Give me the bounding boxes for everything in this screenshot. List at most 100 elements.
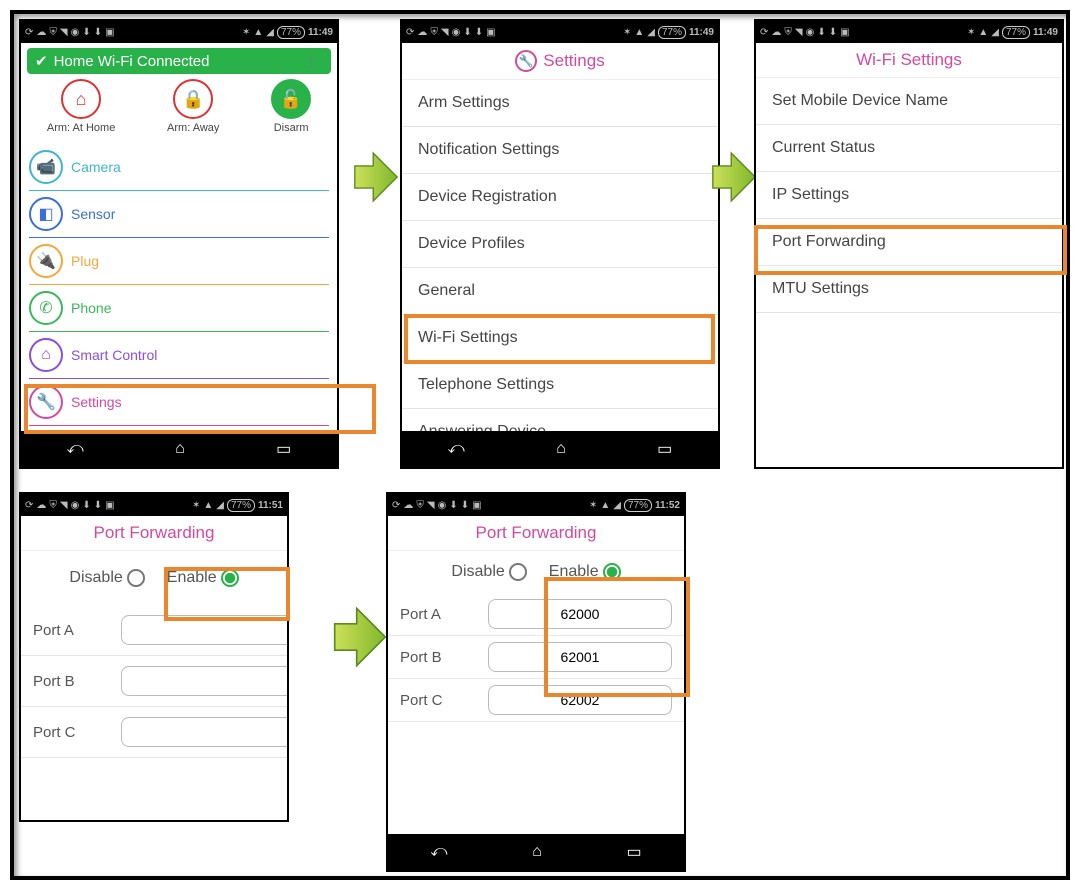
radio-enable[interactable]: Enable — [549, 563, 621, 581]
home-icon[interactable]: ⌂ — [175, 440, 185, 458]
wifi-settings-title: Wi-Fi Settings — [856, 50, 962, 70]
refresh-icon: ⟳ — [25, 27, 33, 38]
dl2-icon: ⬇ — [94, 27, 102, 38]
item-mtu-settings[interactable]: MTU Settings — [756, 266, 1062, 313]
port-b-input[interactable] — [121, 666, 287, 696]
disable-label: Disable — [451, 563, 504, 580]
page-title: 🔧 Settings — [402, 43, 718, 80]
nav-sensor[interactable]: ◧ Sensor — [29, 191, 329, 238]
dl-icon: ⬇ — [82, 27, 90, 38]
disarm-button[interactable]: 🔓 Disarm — [271, 79, 311, 134]
wrench-icon: 🔧 — [515, 50, 537, 72]
port-c-input[interactable] — [488, 685, 672, 715]
android-nav-bar: ⤺ ⌂ ▭ — [402, 431, 718, 467]
arrow-icon — [332, 604, 388, 670]
banner-text: Home Wi-Fi Connected — [54, 53, 210, 70]
phone-label: Phone — [71, 300, 111, 316]
screen-port-forwarding-filled: ⟳☁⛨◥◉⬇⬇▣ ✶▲◢ 77% 11:52 Port Forwarding D… — [386, 492, 686, 872]
item-notification-settings[interactable]: Notification Settings — [402, 127, 718, 174]
plug-icon: 🔌 — [29, 244, 63, 278]
nav-settings[interactable]: 🔧 Settings — [29, 379, 329, 426]
status-bar: ⟳☁⛨◥◉⬇⬇▣ ✶▲◢ 77% 11:51 — [21, 494, 287, 516]
radio-off-icon — [509, 563, 527, 581]
port-c-label: Port C — [33, 724, 113, 741]
settings-title: Settings — [543, 51, 604, 71]
screen-port-forwarding-empty: ⟳☁⛨◥◉⬇⬇▣ ✶▲◢ 77% 11:51 Port Forwarding D… — [19, 492, 289, 822]
enable-label: Enable — [167, 569, 217, 586]
settings-label: Settings — [71, 394, 122, 410]
item-port-forwarding[interactable]: Port Forwarding — [756, 219, 1062, 266]
item-device-registration[interactable]: Device Registration — [402, 174, 718, 221]
status-time: 11:49 — [1033, 27, 1058, 38]
port-forwarding-title: Port Forwarding — [476, 523, 597, 543]
item-arm-settings[interactable]: Arm Settings — [402, 80, 718, 127]
page-title: Port Forwarding — [21, 516, 287, 551]
msg-icon: ◉ — [71, 27, 80, 38]
arm-away-label: Arm: Away — [167, 122, 219, 134]
item-general[interactable]: General — [402, 268, 718, 315]
android-nav-bar: ⤺ ⌂ ▭ — [388, 834, 684, 870]
item-set-mobile-device-name[interactable]: Set Mobile Device Name — [756, 78, 1062, 125]
radio-on-icon — [221, 569, 239, 587]
arm-home-label: Arm: At Home — [47, 122, 115, 134]
nav-plug[interactable]: 🔌 Plug — [29, 238, 329, 285]
item-current-status[interactable]: Current Status — [756, 125, 1062, 172]
camera-icon: 📹 — [29, 150, 63, 184]
arrow-icon — [711, 149, 757, 205]
sensor-label: Sensor — [71, 206, 115, 222]
nav-camera[interactable]: 📹 Camera — [29, 144, 329, 191]
item-answering-device[interactable]: Answering Device — [402, 409, 718, 431]
arm-at-home-button[interactable]: ⌂ Arm: At Home — [47, 79, 115, 134]
item-device-profiles[interactable]: Device Profiles — [402, 221, 718, 268]
nav-phone[interactable]: ✆ Phone — [29, 285, 329, 332]
page-title: Wi-Fi Settings — [756, 43, 1062, 78]
item-telephone-settings[interactable]: Telephone Settings — [402, 362, 718, 409]
smart-label: Smart Control — [71, 347, 157, 363]
port-c-input[interactable] — [121, 717, 287, 747]
status-time: 11:49 — [689, 27, 714, 38]
bt-icon: ✶ — [242, 27, 250, 38]
port-forwarding-title: Port Forwarding — [94, 523, 215, 543]
status-bar: ⟳☁⛨◥◉⬇⬇▣ ✶▲◢ 77% 11:52 — [388, 494, 684, 516]
chat-icon: ▣ — [105, 27, 114, 38]
check-icon: ✔ — [35, 52, 48, 70]
lock-icon: 🔒 — [173, 79, 213, 119]
back-icon[interactable]: ⤺ — [67, 440, 84, 458]
recent-icon[interactable]: ▭ — [657, 439, 672, 459]
phone-icon: ✆ — [29, 291, 63, 325]
battery-icon: 77% — [277, 26, 305, 39]
arm-away-button[interactable]: 🔒 Arm: Away — [167, 79, 219, 134]
wifi-icon: ▲ — [253, 27, 263, 38]
back-icon[interactable]: ⤺ — [448, 440, 465, 458]
refresh-icon: ⟳ — [406, 27, 414, 38]
radio-enable[interactable]: Enable — [167, 569, 239, 587]
item-wifi-settings[interactable]: Wi-Fi Settings — [402, 315, 718, 362]
port-a-input[interactable] — [121, 615, 287, 645]
port-a-label: Port A — [400, 606, 480, 623]
nav-smart-control[interactable]: ⌂ Smart Control — [29, 332, 329, 379]
port-a-input[interactable] — [488, 599, 672, 629]
radio-disable[interactable]: Disable — [451, 563, 526, 581]
back-icon[interactable]: ⤺ — [430, 843, 447, 861]
status-time: 11:51 — [258, 500, 283, 511]
recent-icon[interactable]: ▭ — [276, 439, 291, 459]
status-time: 11:52 — [655, 500, 680, 511]
radio-off-icon — [127, 569, 145, 587]
recent-icon[interactable]: ▭ — [627, 842, 642, 862]
port-b-input[interactable] — [488, 642, 672, 672]
screen-wifi-settings: ⟳☁⛨◥◉⬇⬇▣ ✶▲◢ 77% 11:49 Wi-Fi Settings Se… — [754, 19, 1064, 469]
radio-disable[interactable]: Disable — [69, 569, 144, 587]
android-nav-bar: ⤺ ⌂ ▭ — [21, 431, 337, 467]
plug-label: Plug — [71, 253, 99, 269]
home-icon[interactable]: ⌂ — [532, 843, 542, 861]
enable-label: Enable — [549, 563, 599, 580]
settings-icon: 🔧 — [29, 385, 63, 419]
wifi-banner: ✔ Home Wi-Fi Connected ⋮ — [27, 48, 331, 74]
cloud-icon: ☁ — [36, 27, 46, 38]
battery-icon: 77% — [227, 499, 255, 512]
item-ip-settings[interactable]: IP Settings — [756, 172, 1062, 219]
radio-on-icon — [603, 563, 621, 581]
smart-control-icon: ⌂ — [29, 338, 63, 372]
overflow-icon[interactable]: ⋮ — [300, 52, 323, 70]
home-icon[interactable]: ⌂ — [556, 440, 566, 458]
